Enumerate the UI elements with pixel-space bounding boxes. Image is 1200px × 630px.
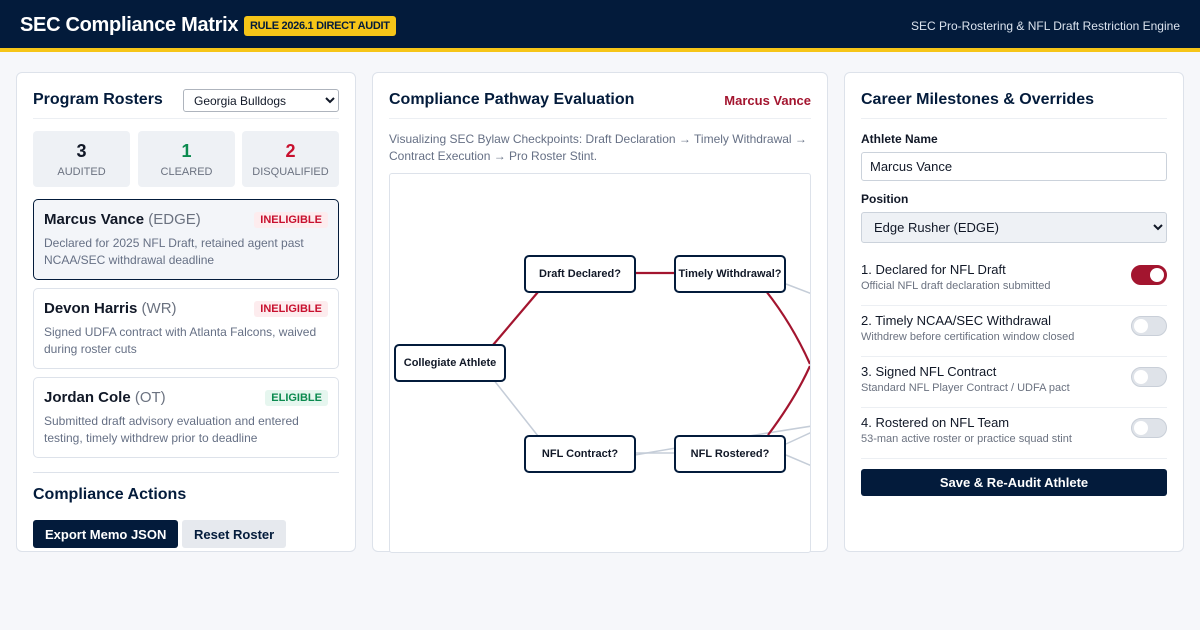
athlete-name-input[interactable]	[861, 152, 1167, 181]
milestone-title: 3. Signed NFL Contract	[861, 364, 997, 379]
stat-label: CLEARED	[160, 166, 213, 178]
position-select[interactable]: Edge Rusher (EDGE)	[861, 212, 1167, 243]
program-rosters-panel: Program Rosters Georgia Bulldogs 3 AUDIT…	[16, 72, 356, 552]
athlete-description: Signed UDFA contract with Atlanta Falcon…	[44, 325, 317, 356]
milestone-timely-withdrawal: 2. Timely NCAA/SEC Withdrawal Withdrew b…	[861, 306, 1167, 357]
athlete-name-label: Athlete Name	[861, 132, 938, 146]
stat-label: AUDITED	[57, 166, 106, 178]
toggle-knob	[1134, 370, 1148, 384]
status-badge: INELIGIBLE	[254, 212, 328, 228]
divider	[33, 118, 339, 119]
athlete-name-line: Devon Harris (WR)	[44, 300, 177, 317]
athlete-card-devon-harris[interactable]: Devon Harris (WR) INELIGIBLE Signed UDFA…	[33, 288, 339, 369]
draft-declared-toggle[interactable]	[1131, 265, 1167, 285]
milestone-nfl-rostered: 4. Rostered on NFL Team 53-man active ro…	[861, 408, 1167, 459]
athlete-card-marcus-vance[interactable]: Marcus Vance (EDGE) INELIGIBLE Declared …	[33, 199, 339, 280]
node-draft-declared[interactable]: Draft Declared?	[524, 255, 636, 293]
athlete-name-line: Jordan Cole (OT)	[44, 389, 166, 406]
athlete-position: (EDGE)	[148, 211, 201, 228]
node-collegiate-athlete[interactable]: Collegiate Athlete	[394, 344, 506, 382]
athlete-position: (WR)	[141, 300, 177, 317]
edge-collegiate-to-draft	[492, 291, 539, 346]
edge-rostered-to-outcome-highlight	[767, 365, 810, 436]
athlete-name-line: Marcus Vance (EDGE)	[44, 211, 201, 228]
milestone-description: Withdrew before certification window clo…	[861, 331, 1075, 343]
milestone-title: 1. Declared for NFL Draft	[861, 262, 1006, 277]
stat-value: 3	[76, 141, 87, 161]
node-nfl-contract[interactable]: NFL Contract?	[524, 435, 636, 473]
milestone-description: 53-man active roster or practice squad s…	[861, 433, 1072, 445]
milestone-nfl-contract: 3. Signed NFL Contract Standard NFL Play…	[861, 357, 1167, 408]
edge-rostered-to-outcome	[785, 432, 810, 445]
edge-withdrawal-to-outcome	[765, 290, 810, 365]
athlete-name: Marcus Vance	[44, 211, 145, 228]
status-badge: ELIGIBLE	[265, 390, 328, 406]
milestone-description: Standard NFL Player Contract / UDFA pact	[861, 382, 1070, 394]
node-nfl-rostered[interactable]: NFL Rostered?	[674, 435, 786, 473]
toggle-knob	[1150, 268, 1164, 282]
stat-value: 1	[181, 141, 192, 161]
toggle-knob	[1134, 319, 1148, 333]
milestone-draft-declared: 1. Declared for NFL Draft Official NFL d…	[861, 255, 1167, 306]
export-memo-button[interactable]: Export Memo JSON	[33, 520, 179, 548]
stat-audited: 3 AUDITED	[33, 131, 130, 187]
milestone-description: Official NFL draft declaration submitted	[861, 280, 1051, 292]
stat-cleared: 1 CLEARED	[138, 131, 235, 187]
school-select[interactable]: Georgia Bulldogs	[183, 89, 339, 112]
milestones-title: Career Milestones & Overrides	[861, 91, 1094, 108]
athlete-name: Jordan Cole	[44, 389, 131, 406]
rule-badge: RULE 2026.1 DIRECT AUDIT	[244, 16, 396, 36]
edge-withdrawal-branch	[785, 283, 810, 295]
athlete-position: (OT)	[134, 389, 166, 406]
athlete-card-jordan-cole[interactable]: Jordan Cole (OT) ELIGIBLE Submitted draf…	[33, 377, 339, 458]
toggle-knob	[1134, 421, 1148, 435]
pathway-title: Compliance Pathway Evaluation	[389, 91, 635, 108]
compliance-pathway-panel: Compliance Pathway Evaluation Marcus Van…	[372, 72, 828, 553]
divider	[33, 472, 339, 473]
app-header: SEC Compliance Matrix RULE 2026.1 DIRECT…	[0, 0, 1200, 52]
nfl-rostered-toggle[interactable]	[1131, 418, 1167, 438]
node-timely-withdrawal[interactable]: Timely Withdrawal?	[674, 255, 786, 293]
selected-athlete-label: Marcus Vance	[724, 93, 811, 108]
milestone-title: 2. Timely NCAA/SEC Withdrawal	[861, 313, 1051, 328]
app-title: SEC Compliance Matrix	[20, 14, 239, 36]
nfl-contract-toggle[interactable]	[1131, 367, 1167, 387]
athlete-description: Declared for 2025 NFL Draft, retained ag…	[44, 236, 304, 267]
compliance-actions-title: Compliance Actions	[33, 486, 187, 503]
edge-collegiate-to-contract	[492, 378, 539, 437]
athlete-description: Submitted draft advisory evaluation and …	[44, 414, 299, 445]
pathway-graph: Collegiate Athlete Draft Declared? Timel…	[389, 173, 811, 553]
position-label: Position	[861, 192, 909, 206]
divider	[861, 118, 1167, 119]
stat-value: 2	[285, 141, 296, 161]
save-reaudit-button[interactable]: Save & Re-Audit Athlete	[861, 469, 1167, 496]
stat-disqualified: 2 DISQUALIFIED	[242, 131, 339, 187]
milestone-title: 4. Rostered on NFL Team	[861, 415, 1010, 430]
timely-withdrawal-toggle[interactable]	[1131, 316, 1167, 336]
career-milestones-panel: Career Milestones & Overrides Athlete Na…	[844, 72, 1184, 552]
engine-label: SEC Pro-Rostering & NFL Draft Restrictio…	[911, 19, 1180, 33]
rosters-title: Program Rosters	[33, 91, 163, 108]
status-badge: INELIGIBLE	[254, 301, 328, 317]
pathway-description: Visualizing SEC Bylaw Checkpoints: Draft…	[389, 132, 807, 163]
athlete-name: Devon Harris	[44, 300, 138, 317]
divider	[389, 118, 811, 119]
stat-label: DISQUALIFIED	[252, 166, 329, 178]
reset-roster-button[interactable]: Reset Roster	[182, 520, 287, 548]
edge-rostered-branch	[785, 454, 810, 466]
